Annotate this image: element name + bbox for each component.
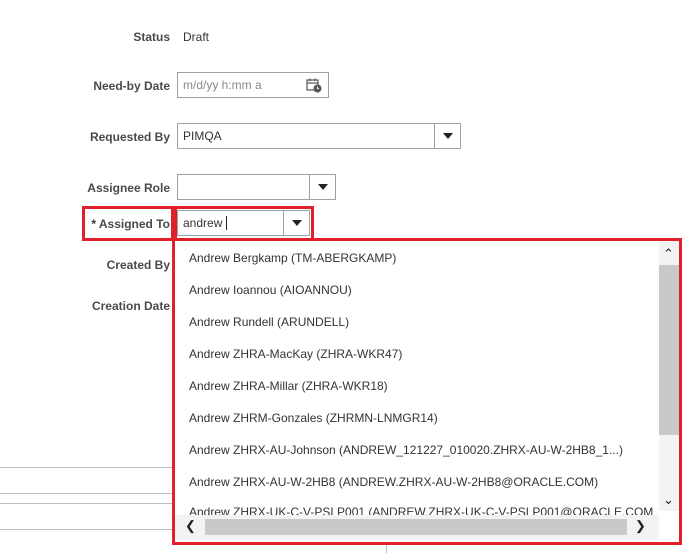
- scroll-right-icon[interactable]: ❯: [635, 519, 646, 533]
- assignee-role-dropdown-button[interactable]: [309, 175, 335, 199]
- assigned-to-suggestions-popup: Andrew Bergkamp (TM-ABERGKAMP) Andrew Io…: [172, 238, 682, 545]
- list-item[interactable]: Andrew Bergkamp (TM-ABERGKAMP): [189, 251, 396, 265]
- background-table-line: [0, 529, 172, 530]
- background-table-line: [0, 493, 172, 494]
- need-by-date-label: Need-by Date: [93, 79, 170, 93]
- list-item[interactable]: Andrew ZHRM-Gonzales (ZHRMN-LNMGR14): [189, 411, 438, 425]
- assignee-role-select[interactable]: [177, 174, 336, 200]
- list-item[interactable]: Andrew ZHRA-MacKay (ZHRA-WKR47): [189, 347, 402, 361]
- calendar-clock-icon[interactable]: [306, 77, 322, 93]
- requested-by-select[interactable]: PIMQA: [177, 123, 461, 149]
- horizontal-scrollbar[interactable]: ❮ ❯: [175, 515, 659, 539]
- status-label: Status: [133, 30, 170, 44]
- text-cursor: [226, 216, 227, 230]
- list-item[interactable]: Andrew ZHRX-AU-W-2HB8 (ANDREW.ZHRX-AU-W-…: [189, 475, 598, 489]
- background-table-line: [0, 467, 172, 468]
- requested-by-dropdown-button[interactable]: [434, 124, 460, 148]
- list-item[interactable]: Andrew ZHRA-Millar (ZHRA-WKR18): [189, 379, 388, 393]
- assigned-to-label: * Assigned To: [91, 217, 170, 231]
- need-by-date-placeholder: m/d/yy h:mm a: [183, 78, 262, 92]
- chevron-down-icon: [443, 133, 453, 139]
- scroll-left-icon[interactable]: ❮: [185, 519, 196, 533]
- horizontal-scroll-thumb[interactable]: [205, 519, 627, 535]
- background-table-line: [0, 503, 172, 504]
- vertical-scrollbar[interactable]: ⌃ ⌄: [659, 241, 679, 511]
- requested-by-label: Requested By: [89, 130, 170, 144]
- created-by-label: Created By: [106, 258, 170, 272]
- creation-date-label: Creation Date: [91, 299, 170, 313]
- assigned-to-value: andrew: [183, 216, 223, 230]
- required-asterisk: *: [91, 217, 96, 231]
- assigned-to-dropdown-button[interactable]: [283, 211, 309, 235]
- background-table-line: [386, 545, 387, 553]
- chevron-down-icon: [318, 184, 328, 190]
- vertical-scroll-thumb[interactable]: [659, 265, 679, 435]
- chevron-down-icon: [292, 220, 302, 226]
- list-item[interactable]: Andrew ZHRX-AU-Johnson (ANDREW_121227_01…: [189, 443, 623, 457]
- assignee-role-label: Assignee Role: [87, 181, 170, 195]
- list-item[interactable]: Andrew Ioannou (AIOANNOU): [189, 283, 352, 297]
- assigned-to-input[interactable]: andrew: [177, 210, 310, 236]
- requested-by-value: PIMQA: [183, 129, 222, 143]
- status-value: Draft: [183, 30, 210, 44]
- scroll-down-icon[interactable]: ⌄: [663, 493, 674, 507]
- scroll-up-icon[interactable]: ⌃: [663, 247, 674, 261]
- assigned-to-label-text: Assigned To: [98, 217, 170, 231]
- need-by-date-field[interactable]: m/d/yy h:mm a: [177, 72, 329, 98]
- list-item[interactable]: Andrew Rundell (ARUNDELL): [189, 315, 349, 329]
